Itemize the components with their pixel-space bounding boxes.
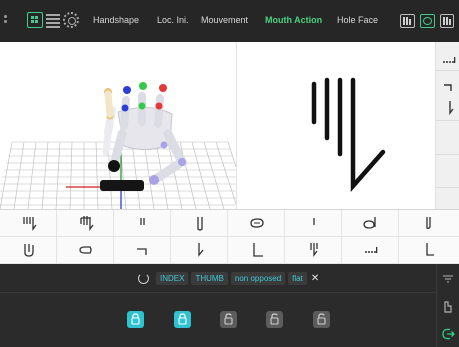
3d-hand-scene[interactable] [0,42,236,209]
side-symbol-strip[interactable] [435,42,459,209]
dotted-line-symbol[interactable] [438,52,458,70]
clear-filters-close-icon[interactable]: ✕ [311,273,319,284]
l-shape-symbol [253,243,263,257]
reset-filter-icon[interactable] [138,272,149,284]
top-toolbar: Handshape Loc. Ini. Mouvement Mouth Acti… [0,0,459,42]
palette-cell[interactable] [228,237,285,264]
fingers-bent-symbol [80,216,94,231]
palette-cell[interactable] [285,237,342,264]
tab-mouvement[interactable]: Mouvement [201,15,248,25]
lock-toggle-5[interactable] [313,311,330,328]
logout-icon[interactable] [441,327,455,341]
signing-hand-button[interactable] [440,14,454,28]
palette-cell[interactable] [114,210,171,237]
hand-spread-symbol [24,244,34,257]
palette-cell[interactable] [399,237,459,264]
palette-cell[interactable] [57,237,114,264]
palette-cell[interactable] [171,237,228,264]
filter-chip-index[interactable]: INDEX [156,271,189,285]
lock-toggle-4[interactable] [266,311,283,328]
filter-chip-thumb[interactable]: THUMB [191,271,228,285]
handshape-notation-symbol [311,77,386,192]
palette-cell[interactable] [0,237,57,264]
fingers-tilde-symbol [23,217,37,231]
hand-pointer-icon[interactable] [441,300,455,314]
bent-stroke-symbol [198,243,204,257]
stem-foot-symbol [426,243,434,256]
filter-chip-flat[interactable]: flat [288,271,307,285]
settings-gear-icon[interactable] [63,12,79,28]
hand-view-icon [403,17,412,25]
filter-icon[interactable] [441,273,455,287]
lock-toggle-3[interactable] [220,311,237,328]
hand-view-button[interactable] [400,14,415,28]
palette-cell[interactable] [285,210,342,237]
filter-chip-non-opposed[interactable]: non opposed [230,271,286,285]
symbol-palette [0,209,459,264]
palette-cell[interactable] [0,210,57,237]
unlock-icon [224,313,233,325]
palette-cell[interactable] [57,210,114,237]
single-stroke-symbol [313,218,315,225]
lock-toggle-1[interactable] [127,311,144,328]
lock-icon [131,313,140,325]
drag-handle-icon[interactable] [3,14,9,28]
unlock-icon [317,313,326,325]
closed-hand-symbol [250,218,264,228]
record-icon [423,17,432,25]
wrist-base [100,180,144,191]
unlock-icon [270,313,279,325]
filter-bar: INDEX THUMB non opposed flat ✕ [138,271,319,285]
thumb-curve-symbol [363,217,376,229]
tab-loc-ini[interactable]: Loc. Ini. [157,15,189,25]
tab-handshape[interactable]: Handshape [93,15,139,25]
hook-stroke-symbol [426,217,431,229]
list-view-icon[interactable] [45,12,61,28]
thumb-joint [108,160,120,172]
lock-toggle-2[interactable] [174,311,191,328]
hook-right-symbol [137,248,147,255]
main-viewport [0,42,459,209]
loop-stem-symbol [197,217,203,231]
tab-mouth-action[interactable]: Mouth Action [265,15,322,25]
dotted-line-symbol [365,247,378,253]
grid-view-icon[interactable] [27,12,43,28]
tab-hole-face[interactable]: Hole Face [337,15,378,25]
hook-symbol[interactable] [438,76,458,94]
palette-cell[interactable] [399,210,459,237]
double-bent-symbol [310,243,318,257]
palette-cell[interactable] [342,210,399,237]
lock-icon [178,313,187,325]
record-button[interactable] [420,14,435,28]
bent-stem-symbol[interactable] [438,98,458,116]
palette-cell[interactable] [228,210,285,237]
signing-hand-icon [443,17,452,25]
right-action-rail [436,264,459,347]
palette-cell[interactable] [114,237,171,264]
filter-panel: INDEX THUMB non opposed flat ✕ [0,264,436,347]
palette-cell[interactable] [342,237,399,264]
two-strokes-symbol [140,218,145,225]
palette-cell[interactable] [171,210,228,237]
panel-separator [0,292,436,293]
oval-hand-symbol [79,246,92,254]
